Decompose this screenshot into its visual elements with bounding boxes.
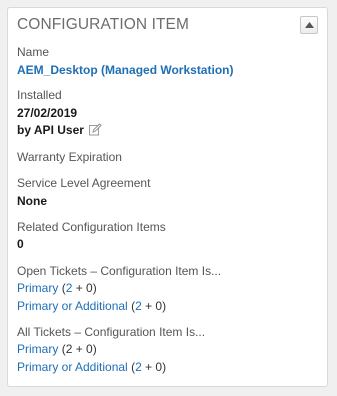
caret-up-icon: [305, 22, 314, 28]
name-value-row: AEM_Desktop (Managed Workstation): [17, 61, 233, 79]
open-tickets-primary-or-additional-count-link[interactable]: 2: [135, 299, 142, 313]
warranty-expiration-label: Warranty Expiration: [17, 150, 122, 164]
open-tickets-primary-row: Primary (2 + 0): [17, 281, 97, 295]
all-tickets-label: All Tickets – Configuration Item Is...: [17, 325, 206, 339]
installed-by-row: by API User: [17, 121, 102, 141]
installed-date: 27/02/2019: [17, 106, 78, 120]
configuration-item-name-link[interactable]: AEM_Desktop (Managed Workstation): [17, 63, 233, 77]
related-items-count: 0: [17, 237, 24, 251]
all-tickets-primary-or-additional-row: Primary or Additional (2 + 0): [17, 360, 167, 374]
related-items-label: Related Configuration Items: [17, 220, 166, 234]
open-tickets-primary-or-additional-row: Primary or Additional (2 + 0): [17, 299, 167, 313]
panel-title: CONFIGURATION ITEM: [17, 16, 190, 33]
installed-label: Installed: [17, 88, 62, 102]
all-tickets-primary-link[interactable]: Primary: [17, 342, 58, 356]
open-tickets-primary-or-additional-link[interactable]: Primary or Additional: [17, 299, 128, 313]
all-tickets-primary-row: Primary (2 + 0): [17, 342, 97, 356]
name-label: Name: [17, 45, 50, 59]
sla-label: Service Level Agreement: [17, 176, 151, 190]
edit-icon[interactable]: [88, 123, 102, 141]
open-tickets-primary-link[interactable]: Primary: [17, 281, 58, 295]
configuration-item-panel: CONFIGURATION ITEM Name AEM_Desktop (Man…: [7, 7, 328, 387]
installed-by: by API User: [17, 123, 84, 137]
open-tickets-label: Open Tickets – Configuration Item Is...: [17, 264, 222, 278]
all-tickets-primary-or-additional-link[interactable]: Primary or Additional: [17, 360, 128, 374]
all-tickets-primary-or-additional-count-link[interactable]: 2: [135, 360, 142, 374]
sla-value: None: [17, 194, 47, 208]
collapse-button[interactable]: [300, 16, 318, 34]
